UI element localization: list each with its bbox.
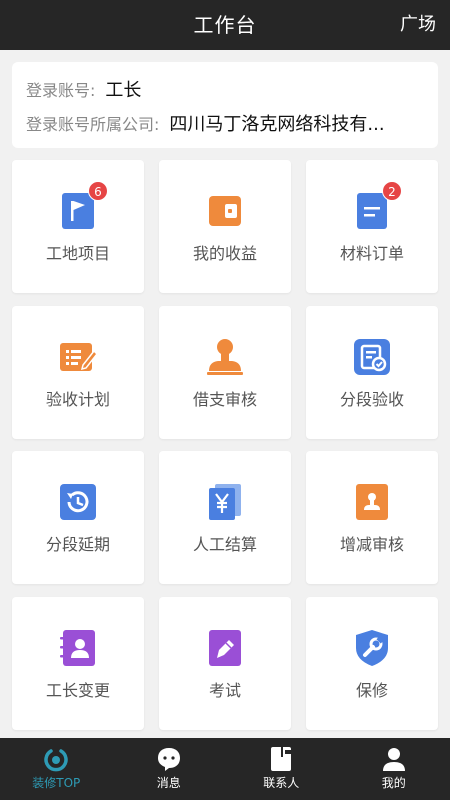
nav-label: 装修TOP xyxy=(32,776,81,790)
login-account-row: 登录账号: 工长 xyxy=(26,76,424,102)
login-account-value: 工长 xyxy=(105,80,142,101)
company-value: 四川马丁洛克网络科技有... xyxy=(169,114,385,135)
tile-label: 工长变更 xyxy=(45,681,110,700)
tile-my-earnings[interactable]: 我的收益 xyxy=(159,160,291,293)
tile-label: 人工结算 xyxy=(192,535,257,554)
company-row: 登录账号所属公司: 四川马丁洛克网络科技有... xyxy=(26,110,424,136)
tile-label: 保修 xyxy=(355,681,388,700)
nav-label: 联系人 xyxy=(263,776,300,790)
company-label: 登录账号所属公司: xyxy=(26,115,160,134)
badge-count: 6 xyxy=(88,181,108,201)
plan-icon xyxy=(58,337,99,377)
top-bar: 工作台 广场 xyxy=(0,0,450,50)
tile-label: 验收计划 xyxy=(45,390,110,409)
tile-label: 借支审核 xyxy=(192,390,257,409)
nav-messages[interactable]: 消息 xyxy=(113,738,226,800)
tile-foreman-change[interactable]: 工长变更 xyxy=(12,597,144,730)
nav-home[interactable]: 装修TOP xyxy=(0,738,113,800)
nav-contacts[interactable]: 联系人 xyxy=(225,738,338,800)
tile-material-orders[interactable]: 2 材料订单 xyxy=(306,160,438,293)
tile-loan-review[interactable]: 借支审核 xyxy=(159,306,291,439)
stamp-icon xyxy=(205,337,245,377)
review-icon xyxy=(352,482,392,522)
user-icon xyxy=(382,748,405,771)
tile-label: 增减审核 xyxy=(339,535,404,554)
tile-exam[interactable]: 考试 xyxy=(159,597,291,730)
contact-book-icon xyxy=(58,628,98,668)
home-ring-icon xyxy=(44,749,68,772)
tile-label: 材料订单 xyxy=(339,244,404,263)
history-icon xyxy=(58,482,98,522)
tile-staged-delay[interactable]: 分段延期 xyxy=(12,451,144,584)
exam-icon xyxy=(205,628,245,668)
tile-staged-acceptance[interactable]: 分段验收 xyxy=(306,306,438,439)
bottom-nav: 装修TOP 消息 联系人 我的 xyxy=(0,738,450,800)
nav-label: 我的 xyxy=(381,776,406,790)
chat-icon xyxy=(157,748,180,771)
tile-site-projects[interactable]: 6 工地项目 xyxy=(12,160,144,293)
tile-label: 我的收益 xyxy=(192,244,257,263)
yen-doc-icon xyxy=(205,482,245,522)
tile-label: 分段验收 xyxy=(339,390,404,409)
wrench-shield-icon xyxy=(352,628,392,668)
order-icon: 2 xyxy=(352,181,402,231)
page-title: 工作台 xyxy=(193,13,257,37)
tile-label: 考试 xyxy=(208,681,241,700)
tile-labor-settlement[interactable]: 人工结算 xyxy=(159,451,291,584)
wallet-icon xyxy=(205,191,245,231)
plaza-button[interactable]: 广场 xyxy=(400,0,436,50)
tile-warranty[interactable]: 保修 xyxy=(306,597,438,730)
account-info-card: 登录账号: 工长 登录账号所属公司: 四川马丁洛克网络科技有... xyxy=(12,62,438,148)
check-doc-icon xyxy=(352,337,392,377)
tile-change-review[interactable]: 增减审核 xyxy=(306,451,438,584)
tile-label: 工地项目 xyxy=(45,244,110,263)
nav-profile[interactable]: 我的 xyxy=(338,738,450,800)
tile-label: 分段延期 xyxy=(45,535,110,554)
flag-icon: 6 xyxy=(58,181,108,231)
tile-acceptance-plan[interactable]: 验收计划 xyxy=(12,306,144,439)
contacts-icon xyxy=(271,747,292,771)
login-account-label: 登录账号: xyxy=(26,81,96,100)
nav-label: 消息 xyxy=(156,776,181,790)
badge-count: 2 xyxy=(382,181,402,201)
